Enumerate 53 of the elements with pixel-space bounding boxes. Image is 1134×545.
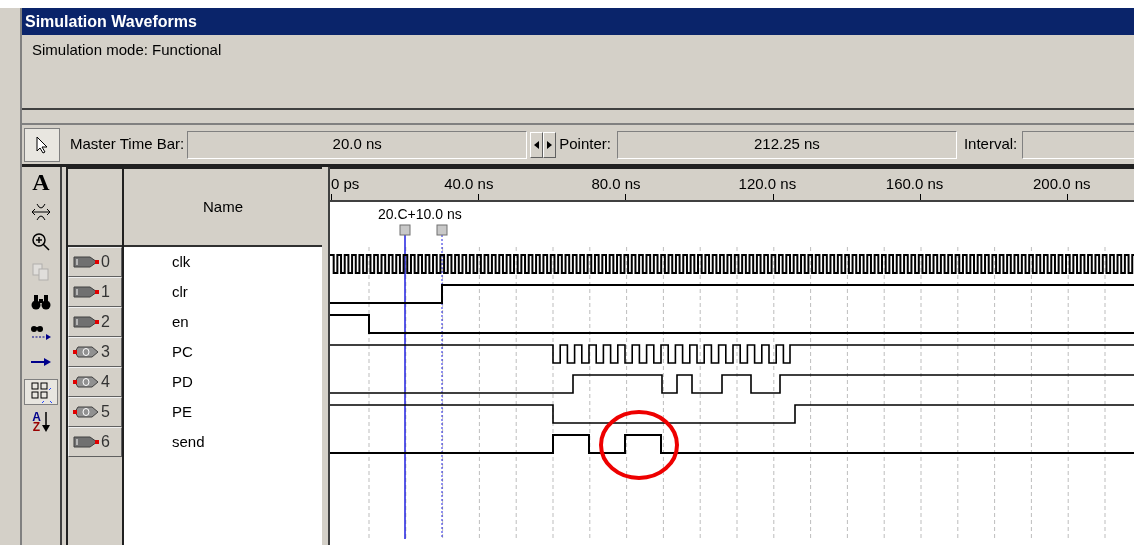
signal-index-button[interactable]: 0 <box>68 247 122 277</box>
output-pin-icon <box>73 346 99 358</box>
master-time-field[interactable]: 20.0 ns <box>187 130 528 159</box>
copy-icon <box>32 263 50 281</box>
signal-name: send <box>172 431 205 452</box>
signal-index-button[interactable]: 4 <box>68 367 122 397</box>
signal-name: clk <box>172 251 191 272</box>
interval-label: Interval: <box>963 134 1018 155</box>
marker-time-label: 20.C+10.0 ns <box>378 205 462 224</box>
stretch-icon <box>31 203 51 221</box>
signal-index-button[interactable]: 2 <box>68 307 122 337</box>
signal-name: PE <box>172 401 192 422</box>
interval-field[interactable] <box>1022 130 1134 159</box>
signal-name: en <box>172 311 189 332</box>
right-arrow-icon <box>30 357 52 367</box>
name-column-header: Name <box>203 196 243 217</box>
signal-index-button[interactable]: 6 <box>68 427 122 457</box>
next-button[interactable] <box>543 131 557 158</box>
find-next-icon <box>30 323 52 341</box>
right-triangle-icon <box>547 140 553 149</box>
signal-name: PC <box>172 341 193 362</box>
signal-name: PD <box>172 371 193 392</box>
binoculars-icon <box>31 294 51 310</box>
time-axis-label: 160.0 ns <box>885 174 944 194</box>
simulation-mode-text: Simulation mode: Functional <box>32 41 222 58</box>
tool-button[interactable]: A Z <box>24 409 58 435</box>
output-pin-icon <box>73 376 99 388</box>
time-axis-label: 40.0 ns <box>444 174 494 194</box>
pointer-label: Pointer: <box>559 134 611 155</box>
input-pin-icon <box>73 436 99 448</box>
input-pin-icon <box>73 286 99 298</box>
time-axis-label: 200.0 ns <box>1033 174 1091 194</box>
time-axis-label: 120.0 ns <box>738 174 797 194</box>
pointer-icon <box>35 135 49 154</box>
zoom-icon <box>31 232 51 252</box>
text-tool-glyph: A <box>32 170 50 194</box>
master-time-bar-label: Master Time Bar: <box>70 134 185 155</box>
signal-index-button[interactable]: 5 <box>68 397 122 427</box>
window-title: Simulation Waveforms <box>22 8 1134 35</box>
input-pin-icon <box>73 316 99 328</box>
previous-button[interactable] <box>530 131 544 158</box>
signal-name: clr <box>172 281 188 302</box>
pointer-field[interactable]: 212.25 ns <box>616 130 957 159</box>
input-pin-icon <box>73 256 99 268</box>
pointer-tool[interactable] <box>24 127 60 162</box>
output-pin-icon <box>73 406 99 418</box>
tool-button[interactable]: A <box>24 169 58 195</box>
signal-index-button[interactable]: 3 <box>68 337 122 367</box>
time-axis-label: 80.0 ns <box>591 174 641 194</box>
left-triangle-icon <box>534 140 540 149</box>
signal-index-button[interactable]: 1 <box>68 277 122 307</box>
snap-grid-icon <box>30 381 52 403</box>
time-axis-label: 0 ps <box>331 174 360 194</box>
